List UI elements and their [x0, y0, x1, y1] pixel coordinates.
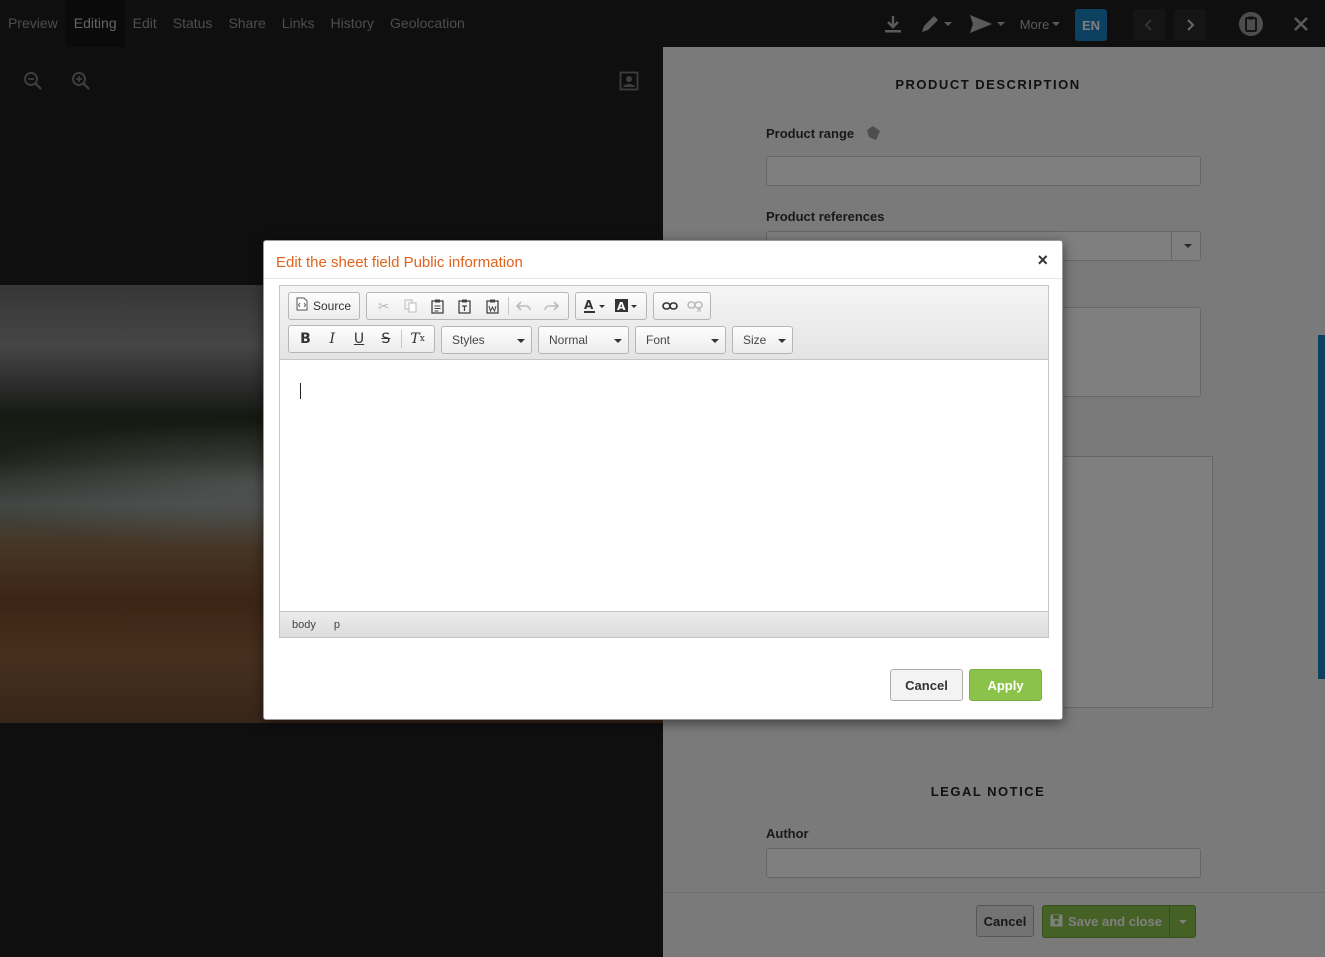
redo-icon[interactable] [538, 294, 565, 318]
rich-text-editor: Source ✂ A A B I U S T x Styles Normal F… [279, 285, 1049, 638]
underline-button[interactable]: U [346, 327, 373, 351]
text-color-icon[interactable]: A [579, 294, 611, 318]
link-toolbar-group [653, 292, 711, 320]
source-button[interactable]: Source [288, 292, 360, 320]
clipboard-toolbar-group: ✂ [366, 292, 569, 320]
dialog-close-icon[interactable]: × [1037, 251, 1048, 269]
size-dropdown-label: Size [743, 333, 767, 347]
paste-word-icon[interactable] [479, 294, 506, 318]
cancel-button[interactable]: Cancel [890, 669, 963, 701]
path-body[interactable]: body [288, 617, 320, 633]
styles-dropdown[interactable]: Styles [441, 326, 532, 354]
bold-button[interactable]: B [292, 327, 319, 351]
paste-icon[interactable] [424, 294, 451, 318]
path-p[interactable]: p [330, 617, 344, 633]
remove-format-button[interactable]: Tx [404, 327, 431, 351]
paste-text-icon[interactable] [451, 294, 478, 318]
source-label: Source [313, 299, 352, 313]
styles-dropdown-label: Styles [452, 333, 485, 347]
dialog-header: Edit the sheet field Public information … [264, 241, 1062, 279]
format-dropdown[interactable]: Normal [538, 326, 629, 354]
element-path-bar: body p [280, 611, 1048, 637]
basic-styles-group: B I U S Tx [288, 325, 435, 353]
unlink-icon[interactable] [682, 294, 707, 318]
apply-button[interactable]: Apply [969, 669, 1042, 701]
edit-field-dialog: Edit the sheet field Public information … [263, 240, 1063, 720]
strikethrough-button[interactable]: S [372, 327, 399, 351]
size-dropdown[interactable]: Size [732, 326, 793, 354]
font-dropdown[interactable]: Font [635, 326, 726, 354]
source-icon [296, 297, 308, 316]
copy-icon[interactable] [397, 294, 424, 318]
svg-text:A: A [617, 300, 626, 313]
format-dropdown-label: Normal [549, 333, 588, 347]
editor-content-area[interactable] [280, 361, 1048, 611]
italic-button[interactable]: I [319, 327, 346, 351]
undo-icon[interactable] [511, 294, 538, 318]
editor-toolbar: Source ✂ A A B I U S T x Styles Normal F… [280, 286, 1048, 360]
text-cursor [300, 383, 301, 399]
color-toolbar-group: A A [575, 292, 647, 320]
dialog-title: Edit the sheet field Public information [276, 254, 523, 271]
svg-text:A: A [584, 298, 594, 312]
font-dropdown-label: Font [646, 333, 671, 347]
background-color-icon[interactable]: A [611, 294, 643, 318]
link-icon[interactable] [657, 294, 682, 318]
cut-icon[interactable]: ✂ [370, 294, 397, 318]
